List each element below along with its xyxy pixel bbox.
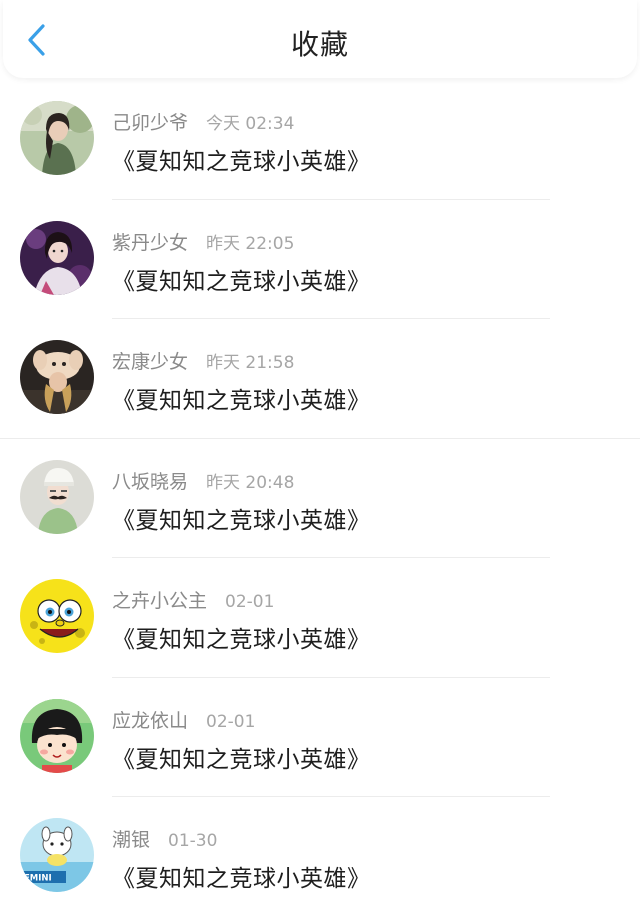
username[interactable]: 之卉小公主	[112, 586, 207, 613]
item-meta: 己卯少爷 今天 02:34	[112, 108, 294, 136]
page-title: 收藏	[290, 28, 349, 61]
item-meta: 八坂晓易 昨天 20:48	[112, 467, 294, 495]
avatar[interactable]	[20, 579, 94, 653]
favorites-list: 己卯少爷 今天 02:34 《夏知知之竞球小英雄》 紫丹少女 昨天 22:05 …	[0, 80, 640, 917]
list-item[interactable]: 应龙依山 02-01 《夏知知之竞球小英雄》	[0, 678, 640, 797]
username[interactable]: 宏康少女	[112, 347, 188, 374]
item-title[interactable]: 《夏知知之竞球小英雄》	[112, 859, 371, 893]
item-meta: 宏康少女 昨天 21:58	[112, 347, 294, 375]
item-title[interactable]: 《夏知知之竞球小英雄》	[112, 262, 371, 296]
list-item[interactable]: 之卉小公主 02-01 《夏知知之竞球小英雄》	[0, 558, 640, 678]
timestamp: 02-01	[206, 711, 256, 732]
avatar[interactable]	[20, 340, 94, 414]
timestamp: 02-01	[225, 592, 275, 612]
avatar-spongebob-image	[20, 579, 94, 653]
avatar-woman-purple-image	[20, 220, 94, 295]
avatar[interactable]: EMINI	[20, 818, 94, 892]
timestamp: 今天 02:34	[206, 114, 295, 134]
timestamp: 01-30	[168, 831, 218, 851]
item-meta: 应龙依山 02-01	[112, 706, 255, 734]
username[interactable]: 应龙依山	[112, 706, 188, 733]
list-item[interactable]: 宏康少女 昨天 21:58 《夏知知之竞球小英雄》	[0, 319, 640, 439]
favorites-page: 收藏 己卯少爷 今天 02:34 《夏知知之竞球小英雄》 紫丹少女 昨天 22:…	[0, 0, 640, 919]
avatar-label: EMINI	[24, 874, 52, 884]
avatar[interactable]	[20, 698, 94, 773]
avatar-gemini-cartoon-image: EMINI	[20, 818, 94, 892]
item-title[interactable]: 《夏知知之竞球小英雄》	[112, 740, 371, 774]
list-item[interactable]: 八坂晓易 昨天 20:48 《夏知知之竞球小英雄》	[0, 439, 640, 558]
list-item[interactable]: EMINI 潮银 01-30 《夏知知之竞球小英雄》	[0, 797, 640, 917]
list-item[interactable]: 己卯少爷 今天 02:34 《夏知知之竞球小英雄》	[0, 80, 640, 200]
username[interactable]: 潮银	[112, 825, 150, 852]
item-title[interactable]: 《夏知知之竞球小英雄》	[112, 381, 371, 415]
avatar[interactable]	[20, 220, 94, 295]
timestamp: 昨天 21:58	[206, 353, 295, 373]
avatar-maruko-image	[20, 698, 94, 773]
item-title[interactable]: 《夏知知之竞球小英雄》	[112, 620, 371, 654]
item-meta: 之卉小公主 02-01	[112, 586, 274, 614]
item-meta: 紫丹少女 昨天 22:05	[112, 228, 294, 256]
avatar-mustache-cap-image	[20, 459, 94, 534]
avatar[interactable]	[20, 101, 94, 175]
avatar-rabbit-hat-image	[20, 340, 94, 414]
timestamp: 昨天 22:05	[206, 233, 295, 254]
list-item[interactable]: 紫丹少女 昨天 22:05 《夏知知之竞球小英雄》	[0, 200, 640, 319]
username[interactable]: 八坂晓易	[112, 467, 188, 494]
nav-header: 收藏	[3, 0, 637, 78]
username[interactable]: 紫丹少女	[112, 228, 188, 255]
item-meta: 潮银 01-30	[112, 825, 217, 853]
avatar-woman-garden-image	[20, 101, 94, 175]
item-title[interactable]: 《夏知知之竞球小英雄》	[112, 501, 371, 535]
username[interactable]: 己卯少爷	[112, 108, 188, 135]
avatar[interactable]	[20, 459, 94, 534]
timestamp: 昨天 20:48	[206, 472, 295, 493]
item-title[interactable]: 《夏知知之竞球小英雄》	[112, 142, 371, 176]
